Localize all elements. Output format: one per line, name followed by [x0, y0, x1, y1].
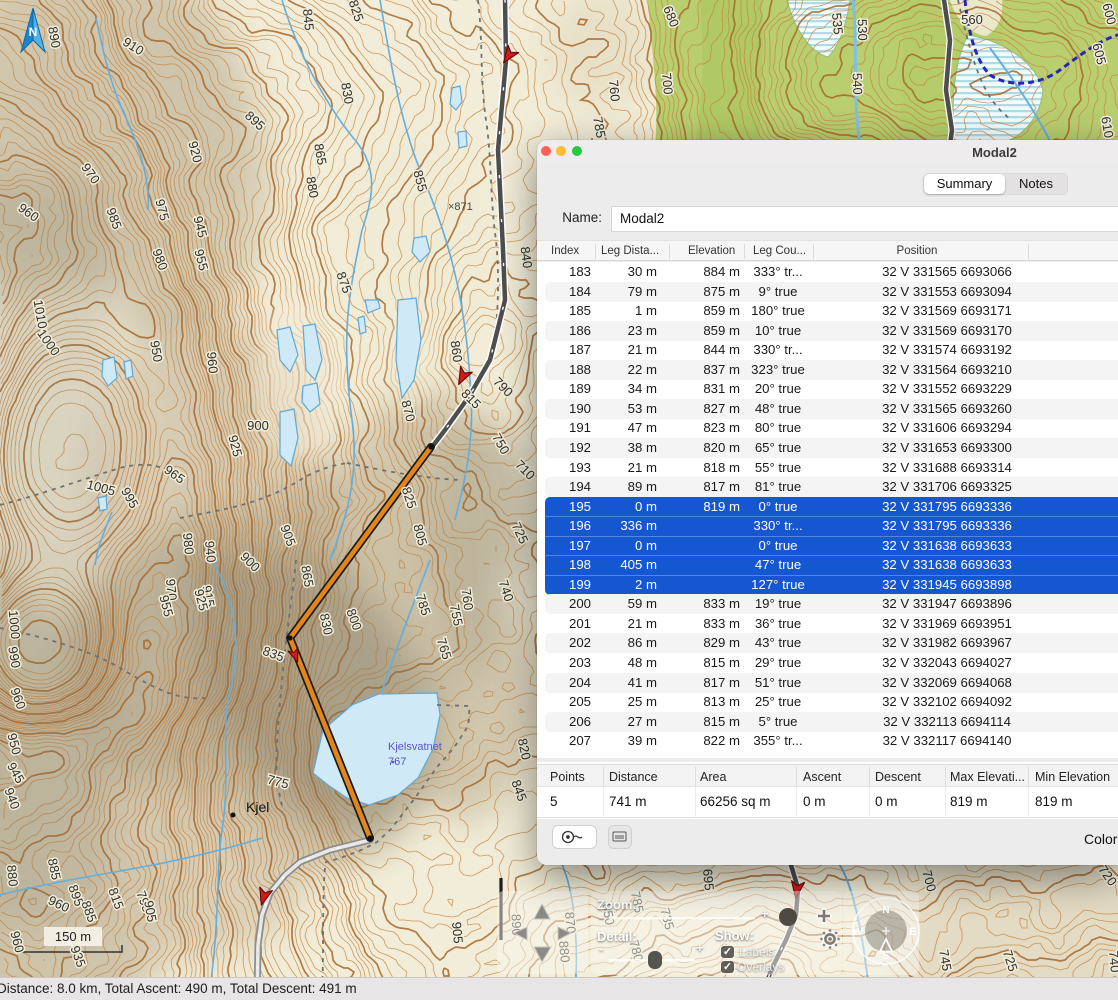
svg-text:700: 700 — [659, 72, 676, 95]
svg-text:840: 840 — [518, 246, 536, 270]
svg-text:767: 767 — [388, 756, 406, 768]
svg-text:960: 960 — [204, 351, 221, 374]
svg-text:880: 880 — [4, 864, 21, 887]
svg-text:535: 535 — [829, 12, 846, 35]
svg-text:695: 695 — [700, 868, 717, 891]
svg-text:845: 845 — [300, 8, 317, 31]
svg-text:980: 980 — [180, 532, 197, 555]
svg-text:905: 905 — [449, 921, 466, 944]
svg-text:150 m: 150 m — [55, 929, 91, 944]
svg-text:N: N — [29, 25, 38, 39]
svg-text:900: 900 — [247, 418, 269, 433]
svg-text:530: 530 — [855, 19, 871, 41]
svg-text:Kjel: Kjel — [246, 799, 269, 815]
svg-text:760: 760 — [606, 79, 623, 102]
svg-text:540: 540 — [850, 73, 866, 95]
svg-text:940: 940 — [202, 540, 219, 563]
svg-text:760: 760 — [459, 588, 477, 612]
svg-text:860: 860 — [448, 340, 466, 364]
svg-text:×871: ×871 — [448, 201, 473, 213]
svg-text:740: 740 — [1106, 950, 1118, 973]
svg-text:560: 560 — [961, 12, 983, 27]
svg-text:1000: 1000 — [6, 610, 23, 640]
svg-text:Kjelsvatnet: Kjelsvatnet — [388, 741, 442, 753]
